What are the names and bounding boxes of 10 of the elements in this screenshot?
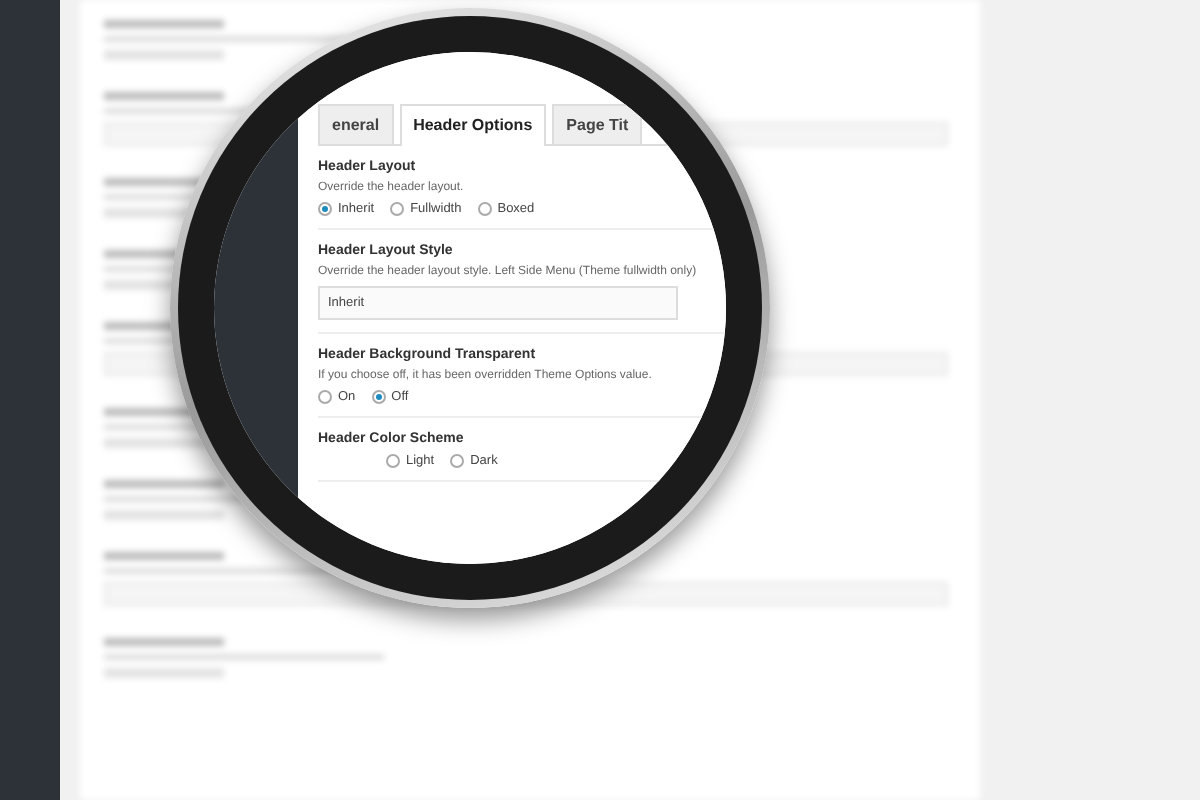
radio-button[interactable]: [371, 390, 386, 404]
settings-tab[interactable]: Header Options: [399, 104, 547, 146]
radio-button[interactable]: [318, 390, 332, 404]
radio-button[interactable]: [390, 202, 405, 216]
radio-button[interactable]: [450, 454, 465, 468]
radio-button[interactable]: [386, 454, 400, 468]
settings-tab[interactable]: eneral: [318, 104, 394, 144]
settings-tab[interactable]: Page Tit: [552, 104, 643, 144]
radio-button[interactable]: [477, 202, 492, 216]
radio-button[interactable]: [318, 202, 332, 216]
